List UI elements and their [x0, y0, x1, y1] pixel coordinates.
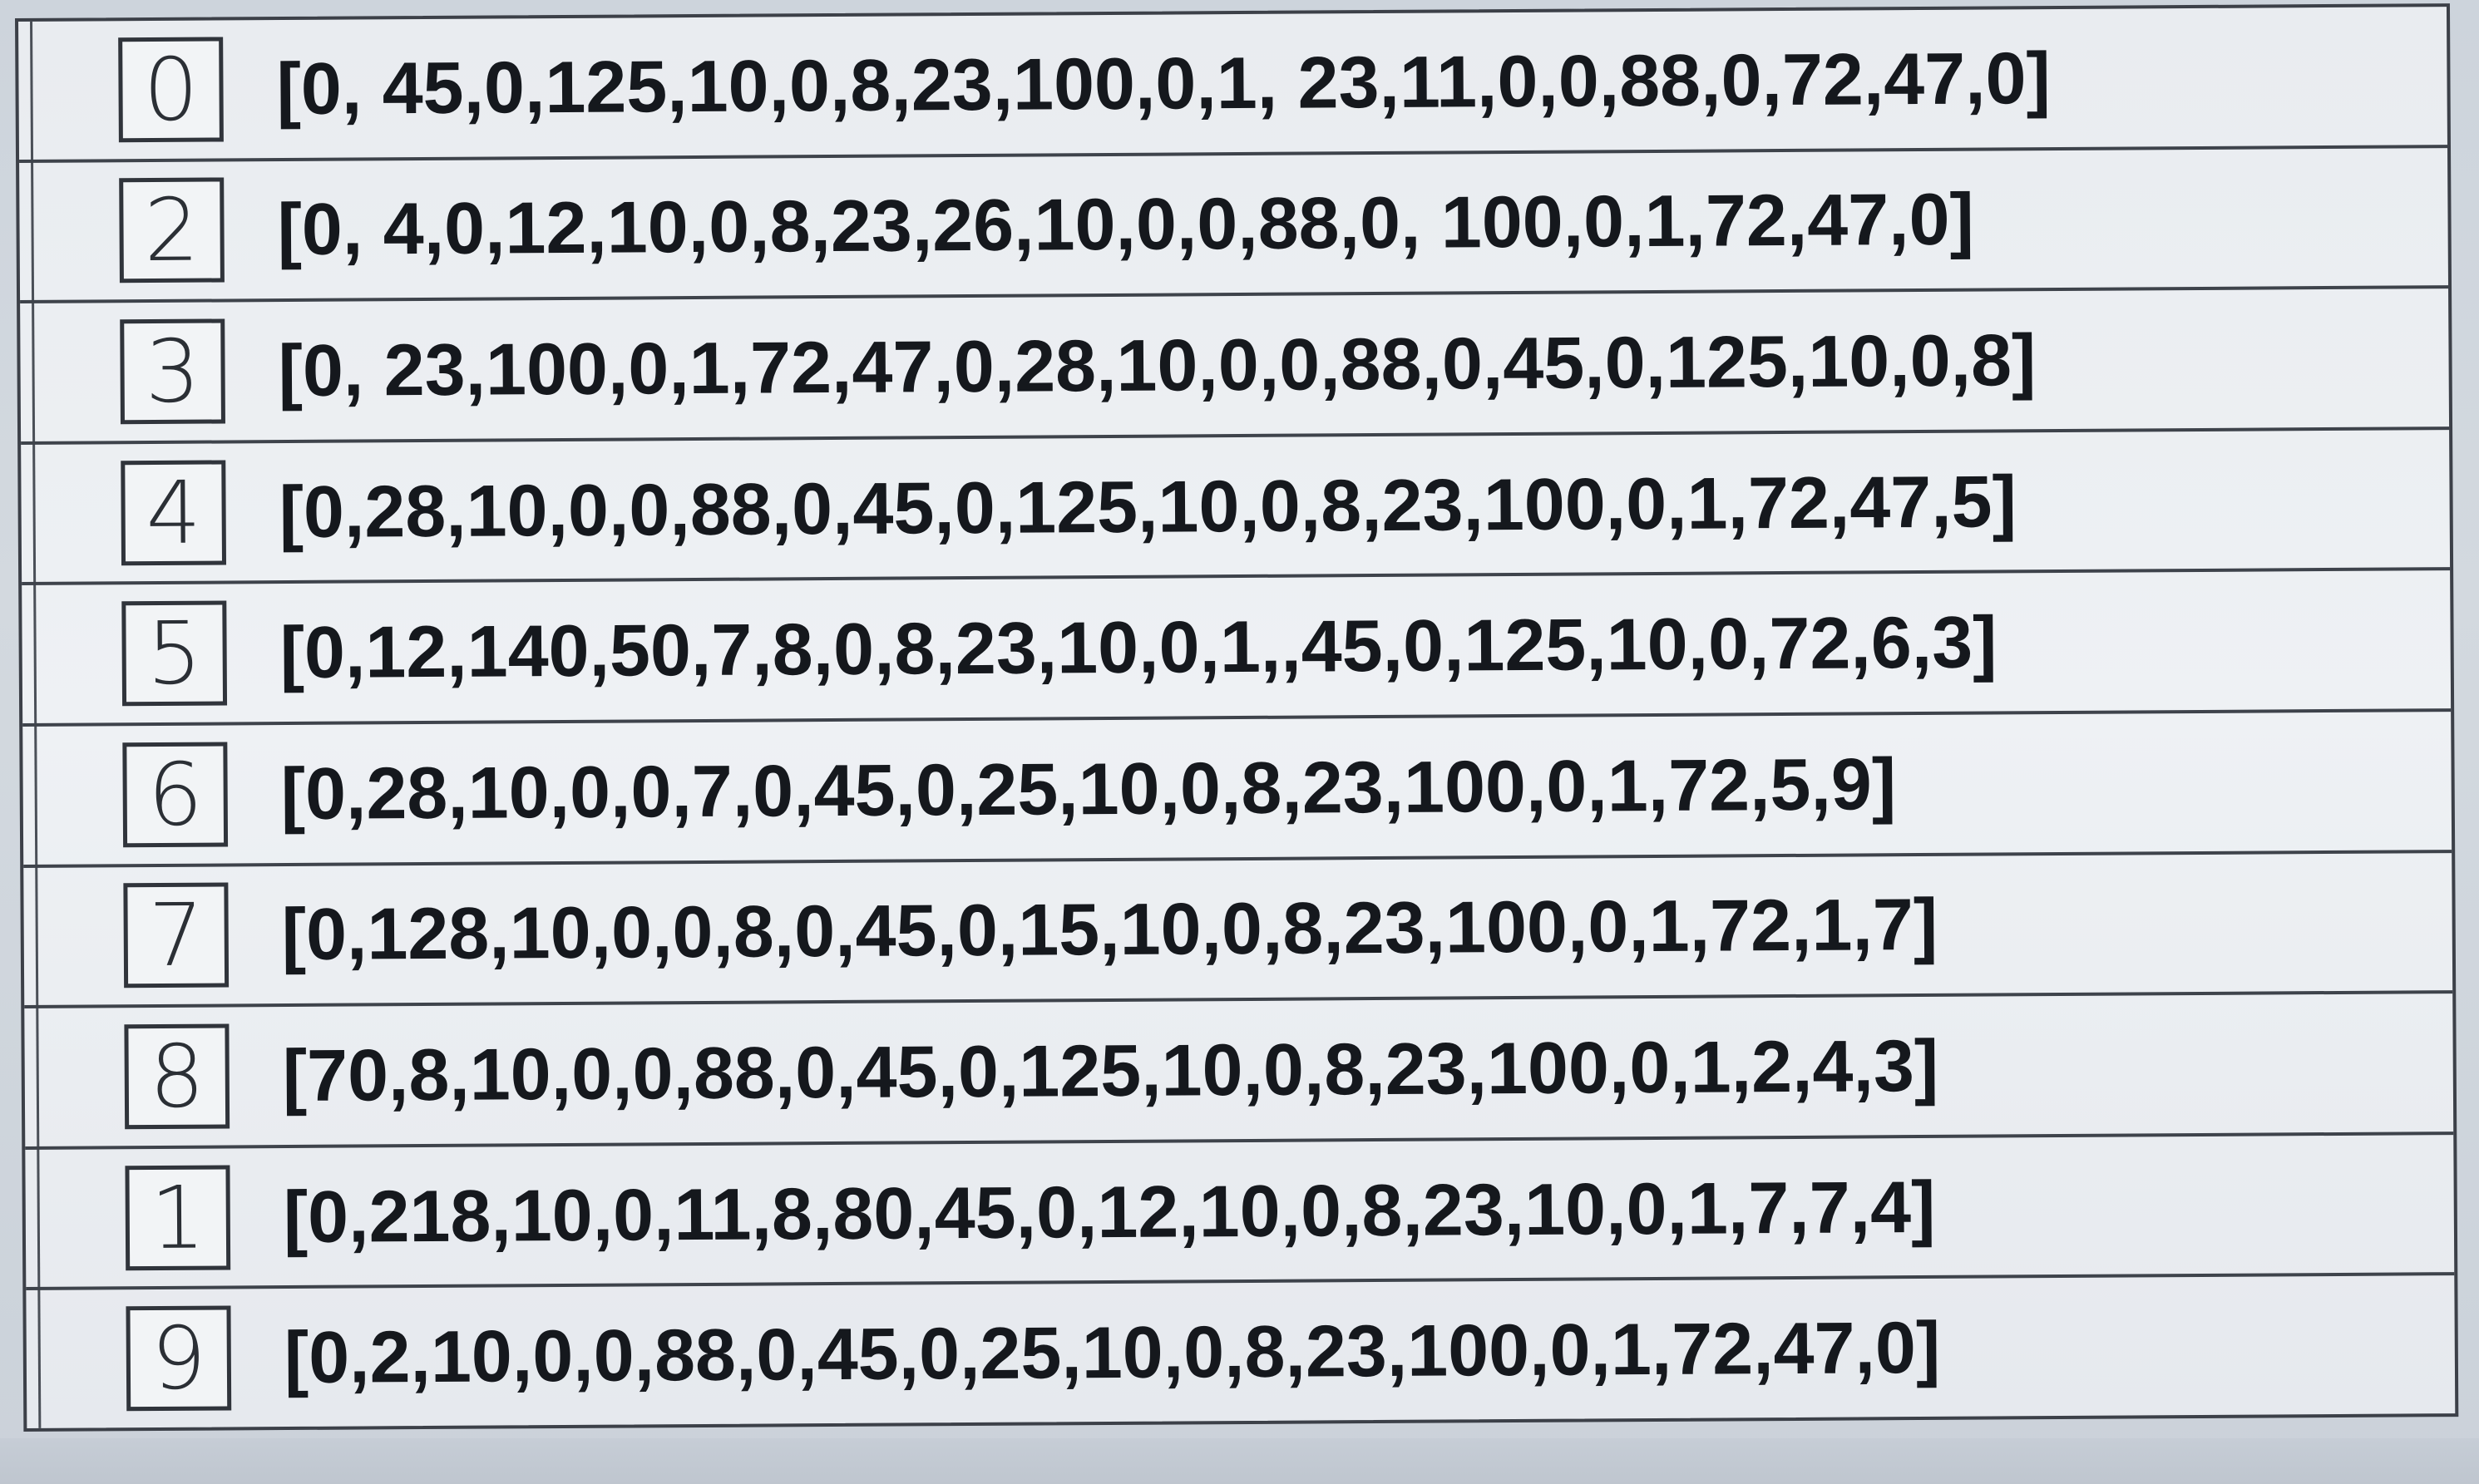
page-bottom-margin: [0, 1438, 2479, 1484]
digit-label-box: 2: [119, 177, 225, 283]
table-rows: 0 [0, 45,0,125,10,0,8,23,100,0,1, 23,11,…: [18, 7, 2455, 1428]
digit-label-box: 8: [124, 1023, 230, 1130]
table-row: 9 [0,2,10,0,0,88,0,45,0,25,10,0,8,23,100…: [26, 1275, 2455, 1427]
digit-label-box: 1: [125, 1164, 231, 1270]
feature-vector-text: [0,128,10,0,0,8,0,45,0,15,10,0,8,23,100,…: [281, 883, 1938, 976]
feature-vector-text: [0,2,10,0,0,88,0,45,0,25,10,0,8,23,100,0…: [284, 1306, 1941, 1399]
feature-vector-text: [70,8,10,0,0,88,0,45,0,125,10,0,8,23,100…: [282, 1023, 1939, 1117]
table-row: 8 [70,8,10,0,0,88,0,45,0,125,10,0,8,23,1…: [24, 993, 2454, 1150]
table-row: 4 [0,28,10,0,0,88,0,45,0,125,10,0,8,23,1…: [21, 429, 2451, 586]
table-row: 5 [0,12,140,50,7,8,0,8,23,10,0,1,,45,0,1…: [22, 570, 2452, 727]
feature-vector-text: [0, 23,100,0,1,72,47,0,28,10,0,0,88,0,45…: [278, 318, 2037, 412]
table-row: 3 [0, 23,100,0,1,72,47,0,28,10,0,0,88,0,…: [20, 288, 2450, 445]
feature-vector-text: [0,28,10,0,0,88,0,45,0,125,10,0,8,23,100…: [279, 459, 2017, 553]
table-row: 6 [0,28,10,0,0,7,0,45,0,25,10,0,8,23,100…: [22, 712, 2452, 868]
digit-label-box: 9: [126, 1305, 232, 1412]
digit-label-box: 0: [118, 37, 224, 143]
feature-vector-text: [0,12,140,50,7,8,0,8,23,10,0,1,,45,0,125…: [279, 600, 1998, 694]
digit-label-box: 5: [121, 600, 228, 707]
digit-label-box: 7: [123, 882, 230, 989]
feature-vector-text: [0,28,10,0,0,7,0,45,0,25,10,0,8,23,100,0…: [280, 742, 1897, 835]
feature-vector-text: [0, 4,0,12,10,0,8,23,26,10,0,0,88,0, 100…: [277, 178, 1975, 271]
page-background: 0 [0, 45,0,125,10,0,8,23,100,0,1, 23,11,…: [0, 0, 2479, 1484]
table-row: 0 [0, 45,0,125,10,0,8,23,100,0,1, 23,11,…: [18, 7, 2448, 163]
feature-vector-text: [0,218,10,0,11,8,80,45,0,12,10,0,8,23,10…: [283, 1165, 1936, 1258]
digit-label-box: 6: [122, 742, 229, 847]
digit-label-box: 4: [121, 460, 227, 565]
table-row: 2 [0, 4,0,12,10,0,8,23,26,10,0,0,88,0, 1…: [19, 147, 2449, 304]
table-row: 7 [0,128,10,0,0,8,0,45,0,15,10,0,8,23,10…: [23, 852, 2453, 1009]
feature-vector-text: [0, 45,0,125,10,0,8,23,100,0,1, 23,11,0,…: [276, 36, 2052, 130]
digit-vector-table: 0 [0, 45,0,125,10,0,8,23,100,0,1, 23,11,…: [15, 3, 2459, 1432]
table-row: 1 [0,218,10,0,11,8,80,45,0,12,10,0,8,23,…: [25, 1134, 2455, 1291]
digit-label-box: 3: [120, 318, 225, 425]
